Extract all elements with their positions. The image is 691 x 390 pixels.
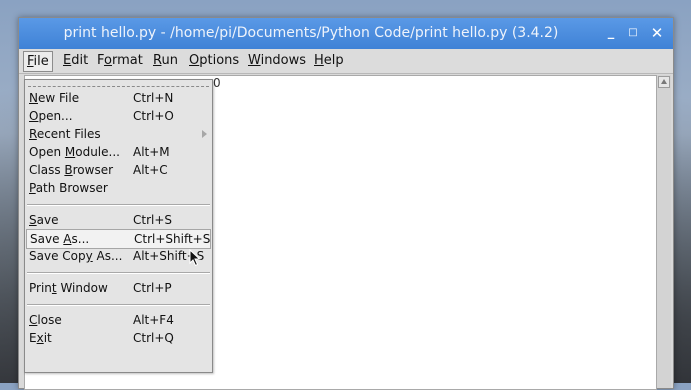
mnemonic: M [64, 145, 76, 159]
label-part: ave [36, 213, 59, 227]
label-part: E [29, 331, 37, 345]
menu-format-text-a: F [97, 53, 105, 68]
menu-format-mnemonic: o [104, 53, 112, 68]
label-part: ath Browser [35, 181, 108, 195]
submenu-arrow-icon [202, 130, 207, 138]
menu-options[interactable]: Options [186, 53, 242, 68]
mnemonic: y [85, 249, 93, 263]
menu-item-shortcut: Ctrl+S [133, 213, 173, 227]
close-window-button[interactable]: ✕ [649, 24, 665, 42]
menu-windows-text-b: indows [260, 53, 307, 68]
menu-help-mnemonic: H [314, 53, 324, 68]
menu-item-save-as[interactable]: Save As... Ctrl+Shift+S [26, 229, 211, 249]
menu-item-shortcut: Ctrl+Shift+S [134, 232, 211, 246]
menu-item-label: Save [29, 213, 58, 227]
menu-item-label: Close [29, 313, 62, 327]
label-part: Window [56, 281, 108, 295]
menu-options-text-b: ptions [199, 53, 240, 68]
label-part: Prin [29, 281, 52, 295]
menu-item-class-browser[interactable]: Class Browser Alt+C [26, 161, 211, 179]
menu-item-new-file[interactable]: New File Ctrl+N [26, 89, 211, 107]
mnemonic: P [29, 181, 36, 195]
menu-format[interactable]: Format [94, 53, 146, 68]
label-part: Save Cop [29, 249, 86, 263]
window-title: print hello.py - /home/pi/Documents/Pyth… [63, 25, 559, 41]
scroll-up-arrow-icon[interactable] [658, 76, 670, 88]
menu-separator [27, 204, 210, 206]
menu-item-label: Save As... [30, 232, 89, 246]
menu-item-label: Save Copy As... [29, 249, 122, 263]
menu-run[interactable]: Run [150, 53, 181, 68]
menu-item-close[interactable]: Close Alt+F4 [26, 311, 211, 329]
label-part: pen... [38, 109, 73, 123]
editor-visible-text: 0 [213, 76, 221, 90]
menu-format-text-b: rmat [111, 53, 143, 68]
mnemonic: R [29, 127, 37, 141]
menu-item-label: Open... [29, 109, 73, 123]
menu-help[interactable]: Help [311, 53, 347, 68]
menu-item-shortcut: Ctrl+N [133, 91, 174, 105]
menu-edit-text-b: dit [71, 53, 89, 68]
mnemonic: A [63, 232, 72, 246]
label-part: As... [92, 249, 123, 263]
title-bar[interactable]: print hello.py - /home/pi/Documents/Pyth… [19, 18, 673, 49]
menu-help-text-b: elp [323, 53, 344, 68]
menu-file-text-b: ile [33, 54, 49, 69]
mnemonic: x [36, 331, 44, 345]
menu-item-open[interactable]: Open... Ctrl+O [26, 107, 211, 125]
menu-item-open-module[interactable]: Open Module... Alt+M [26, 143, 211, 161]
label-part: ew File [37, 91, 80, 105]
label-part: it [43, 331, 52, 345]
menu-item-recent-files[interactable]: Recent Files [26, 125, 211, 143]
label-part: ecent Files [36, 127, 101, 141]
menu-bar: File Edit Format Run Options Windows Hel… [19, 49, 673, 74]
menu-item-save[interactable]: Save Ctrl+S [26, 211, 211, 229]
menu-item-save-copy-as[interactable]: Save Copy As... Alt+Shift+S [26, 247, 211, 265]
menu-windows[interactable]: Windows [245, 53, 309, 68]
menu-item-label: Exit [29, 331, 52, 345]
menu-item-path-browser[interactable]: Path Browser [26, 179, 211, 197]
menu-item-shortcut: Alt+C [133, 163, 168, 177]
minimize-button[interactable]: _ [603, 24, 619, 42]
menu-separator [27, 272, 210, 274]
menu-windows-mnemonic: W [248, 53, 261, 68]
menu-edit-mnemonic: E [63, 53, 72, 68]
tear-off-line[interactable] [28, 86, 209, 87]
menu-item-shortcut: Ctrl+O [133, 109, 174, 123]
menu-edit[interactable]: Edit [60, 53, 91, 68]
maximize-button[interactable]: □ [625, 24, 641, 42]
label-part: odule... [75, 145, 120, 159]
menu-run-text-b: un [161, 53, 178, 68]
mnemonic: B [64, 163, 73, 177]
mouse-pointer-icon [189, 249, 201, 267]
menu-item-label: Path Browser [29, 181, 108, 195]
menu-item-shortcut: Alt+F4 [133, 313, 174, 327]
menu-separator [27, 304, 210, 306]
menu-item-label: Open Module... [29, 145, 120, 159]
label-part: rowser [72, 163, 114, 177]
label-part: Save [30, 232, 64, 246]
label-part: Open [29, 145, 65, 159]
menu-item-shortcut: Ctrl+Q [133, 331, 174, 345]
mnemonic: N [29, 91, 38, 105]
menu-item-shortcut: Ctrl+P [133, 281, 172, 295]
menu-item-label: Recent Files [29, 127, 101, 141]
menu-item-print-window[interactable]: Print Window Ctrl+P [26, 279, 211, 297]
menu-item-label: Print Window [29, 281, 108, 295]
menu-item-exit[interactable]: Exit Ctrl+Q [26, 329, 211, 347]
menu-options-mnemonic: O [189, 53, 200, 68]
menu-item-shortcut: Alt+M [133, 145, 170, 159]
mnemonic: S [29, 213, 37, 227]
vertical-scrollbar[interactable] [656, 75, 671, 388]
label-part: Class [29, 163, 65, 177]
menu-item-label: Class Browser [29, 163, 113, 177]
idle-editor-window: print hello.py - /home/pi/Documents/Pyth… [18, 17, 674, 390]
menu-file[interactable]: File [23, 51, 53, 72]
label-part: s... [71, 232, 90, 246]
menu-item-label: New File [29, 91, 79, 105]
file-menu-dropdown: New File Ctrl+N Open... Ctrl+O Recent Fi… [24, 79, 213, 373]
label-part: lose [37, 313, 62, 327]
